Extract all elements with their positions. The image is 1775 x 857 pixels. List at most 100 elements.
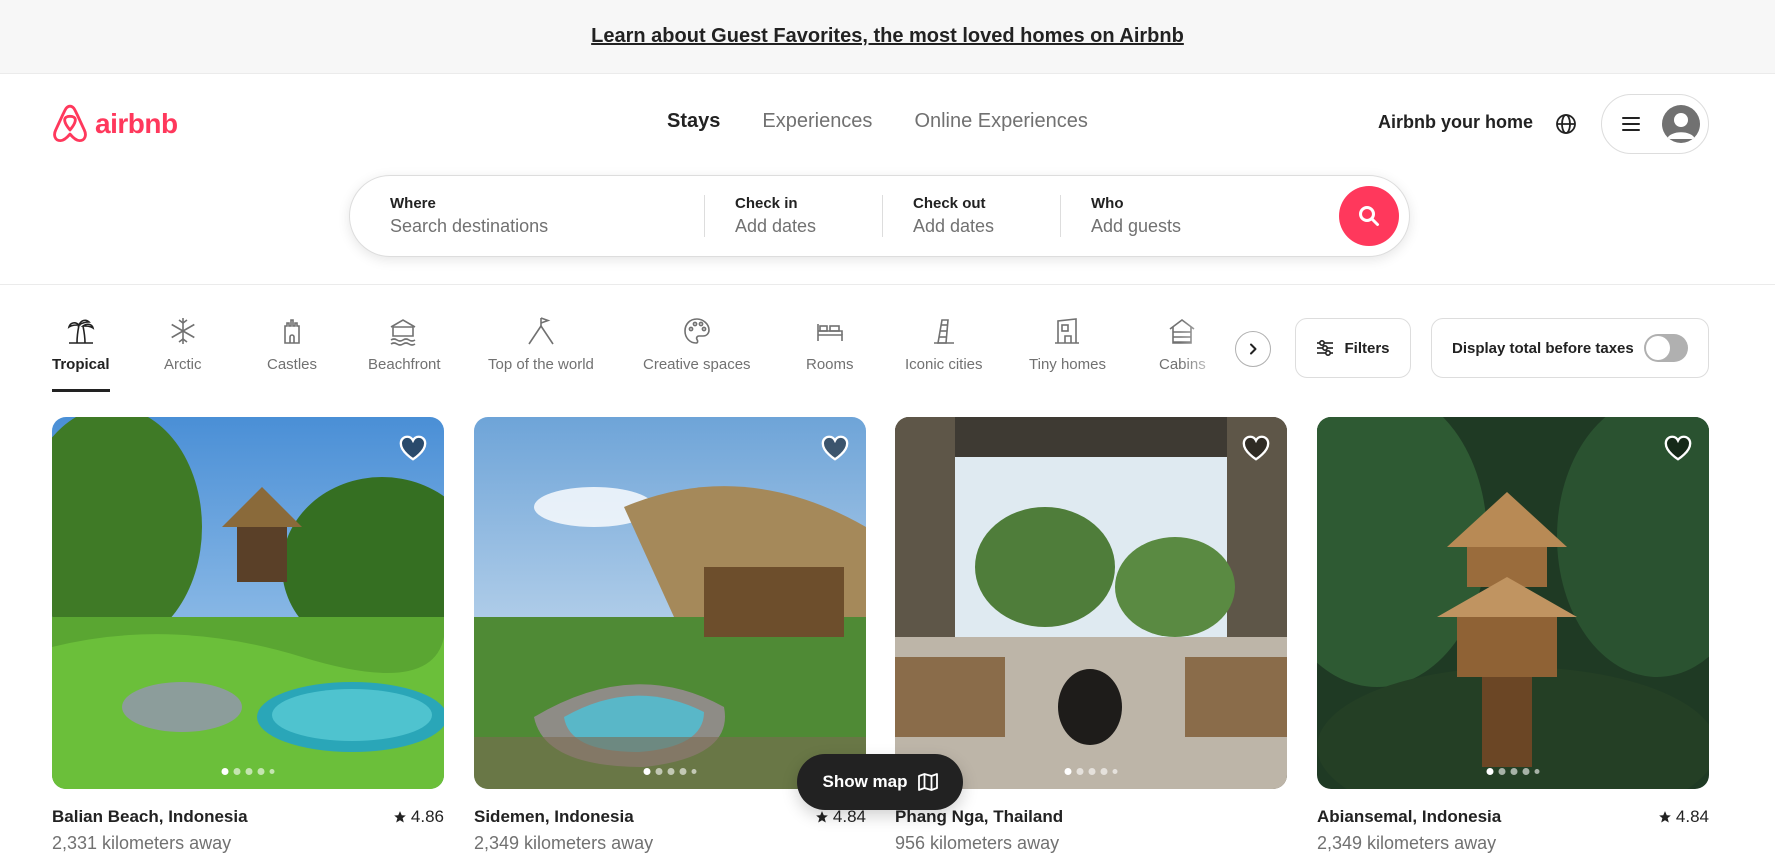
category-label: Arctic xyxy=(164,356,202,373)
user-avatar-icon xyxy=(1662,105,1700,143)
category-label: Top of the world xyxy=(488,356,594,373)
check-in-field[interactable]: Check in Add dates xyxy=(705,176,882,256)
category-label: Rooms xyxy=(806,356,854,373)
open-living-room-palms-photo[interactable] xyxy=(895,417,1287,789)
listing-distance: 956 kilometers away xyxy=(895,833,1060,853)
search-bar: Where Search destinations Check in Add d… xyxy=(349,175,1410,257)
airbnb-logo[interactable]: airbnb xyxy=(51,103,178,145)
heart-icon[interactable] xyxy=(1241,433,1271,463)
check-out-label: Check out xyxy=(913,195,986,212)
search-icon xyxy=(1359,206,1379,226)
check-out-field[interactable]: Check out Add dates xyxy=(883,176,1060,256)
category-arctic[interactable]: Arctic xyxy=(164,316,202,373)
mountain-flag-icon xyxy=(528,317,554,345)
category-label: Iconic cities xyxy=(905,356,983,373)
listing-distance: 2,349 kilometers away xyxy=(1317,833,1497,853)
listing-card[interactable]: Balian Beach, Indonesia 4.86 2,331 kilom… xyxy=(52,417,444,854)
check-in-label: Check in xyxy=(735,195,798,212)
tiny-home-icon xyxy=(1055,318,1080,344)
category-label: Castles xyxy=(267,356,318,373)
airbnb-your-home-link[interactable]: Airbnb your home xyxy=(1378,112,1533,133)
listing-card[interactable]: Abiansemal, Indonesia 4.84 2,349 kilomet… xyxy=(1317,417,1709,854)
search-button[interactable] xyxy=(1339,186,1399,246)
where-label: Where xyxy=(390,195,436,212)
castle-icon xyxy=(284,319,300,344)
star-icon xyxy=(816,811,828,823)
bamboo-treehouse-forest-photo[interactable] xyxy=(1317,417,1709,789)
listing-location: Balian Beach, Indonesia xyxy=(52,807,248,826)
treehouse-jungle-pool-photo[interactable] xyxy=(52,417,444,789)
display-total-toggle[interactable] xyxy=(1644,334,1688,362)
category-rooms[interactable]: Rooms xyxy=(806,316,854,373)
user-menu-button[interactable] xyxy=(1601,94,1709,154)
listing-rating: 4.86 xyxy=(393,807,444,827)
listing-distance: 2,349 kilometers away xyxy=(474,833,654,853)
listing-distance: 2,331 kilometers away xyxy=(52,833,232,853)
bed-icon xyxy=(816,324,843,341)
carousel-dots xyxy=(221,768,275,775)
hamburger-menu-icon xyxy=(1622,117,1640,131)
airbnb-logo-icon xyxy=(53,104,87,143)
globe-icon[interactable] xyxy=(1554,112,1578,136)
logo-wordmark: airbnb xyxy=(95,108,178,139)
map-icon xyxy=(917,773,938,791)
nav-experiences[interactable]: Experiences xyxy=(762,110,872,133)
where-input[interactable]: Search destinations xyxy=(390,216,704,237)
listing-image xyxy=(474,417,866,789)
category-next-button[interactable] xyxy=(1235,331,1271,367)
main-nav: Stays Experiences Online Experiences xyxy=(667,110,1088,133)
display-total-label: Display total before taxes xyxy=(1452,339,1634,357)
guest-favorites-link[interactable]: Learn about Guest Favorites, the most lo… xyxy=(591,25,1184,48)
beach-icon xyxy=(390,319,416,346)
check-out-input[interactable]: Add dates xyxy=(913,216,1060,237)
category-label: Tropical xyxy=(52,356,110,373)
header-divider xyxy=(0,284,1775,285)
filters-button[interactable]: Filters xyxy=(1295,318,1411,378)
check-in-input[interactable]: Add dates xyxy=(735,216,882,237)
chevron-right-icon xyxy=(1250,343,1257,355)
category-beachfront[interactable]: Beachfront xyxy=(368,316,441,373)
listing-image xyxy=(1317,417,1709,789)
category-label: Tiny homes xyxy=(1029,356,1106,373)
sliders-icon xyxy=(1317,339,1334,357)
carousel-dots xyxy=(1064,768,1118,775)
listing-rating: 4.84 xyxy=(815,807,866,827)
heart-icon[interactable] xyxy=(820,433,850,463)
category-tiny-homes[interactable]: Tiny homes xyxy=(1029,316,1106,373)
category-castles[interactable]: Castles xyxy=(267,316,317,373)
category-top-of-the-world[interactable]: Top of the world xyxy=(488,316,594,373)
heart-icon[interactable] xyxy=(398,433,428,463)
nav-online-experiences[interactable]: Online Experiences xyxy=(914,110,1087,133)
rating-value: 4.86 xyxy=(410,807,444,826)
snowflake-icon xyxy=(171,318,195,344)
leaning-tower-icon xyxy=(933,319,954,344)
category-label: Beachfront xyxy=(368,356,441,373)
listing-image xyxy=(52,417,444,789)
palm-tree-icon xyxy=(67,319,95,344)
show-map-label: Show map xyxy=(822,772,908,791)
carousel-dots xyxy=(643,768,697,775)
palette-icon xyxy=(683,318,710,344)
listing-location: Phang Nga, Thailand xyxy=(895,807,1064,826)
star-icon xyxy=(394,811,406,823)
rating-value: 4.84 xyxy=(1675,807,1709,826)
show-map-button[interactable]: Show map xyxy=(797,754,963,810)
category-label: Creative spaces xyxy=(643,356,751,373)
listing-location: Sidemen, Indonesia xyxy=(474,807,634,826)
promo-banner: Learn about Guest Favorites, the most lo… xyxy=(0,0,1775,74)
listing-location: Abiansemal, Indonesia xyxy=(1317,807,1502,826)
bamboo-house-pool-photo[interactable] xyxy=(474,417,866,789)
star-icon xyxy=(1659,811,1671,823)
listing-image xyxy=(895,417,1287,789)
display-total-toggle-container: Display total before taxes xyxy=(1431,318,1709,378)
category-creative-spaces[interactable]: Creative spaces xyxy=(643,316,751,373)
heart-icon[interactable] xyxy=(1663,433,1693,463)
filters-label: Filters xyxy=(1344,339,1390,357)
category-tropical[interactable]: Tropical xyxy=(52,316,110,392)
listing-rating: 4.84 xyxy=(1658,807,1709,827)
category-iconic-cities[interactable]: Iconic cities xyxy=(905,316,983,373)
rating-value: 4.84 xyxy=(832,807,866,826)
where-field[interactable]: Where Search destinations xyxy=(350,176,704,256)
carousel-dots xyxy=(1486,768,1540,775)
nav-stays[interactable]: Stays xyxy=(667,110,720,133)
